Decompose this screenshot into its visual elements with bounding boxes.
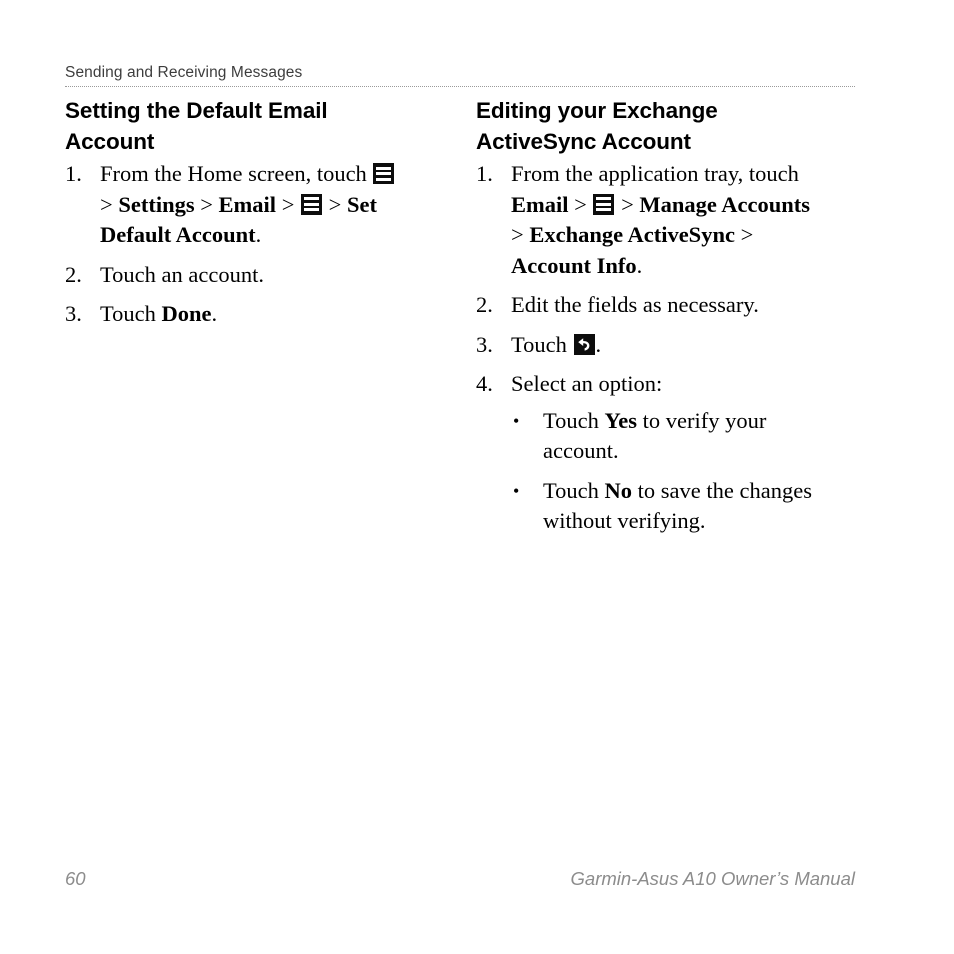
header-divider [65,86,855,88]
emphasis-text: Account Info [511,252,637,278]
body-text: Touch [543,407,605,433]
running-head-text: Sending and Receiving Messages [65,64,303,81]
right-step-list: 1. From the application tray, touch Email… [476,159,821,537]
body-text: > [100,191,119,217]
step-text: From the Home screen, touch > Settings >… [100,161,395,247]
bullet-item: • Touch Yes to verify your account. [511,406,821,467]
sub-bullet-list: • Touch Yes to verify your account. • Touch… [511,406,821,537]
body-text: . [595,331,602,357]
step-text: Touch an account. [100,262,264,287]
left-step-list: 1. From the Home screen, touch > Settings… [65,159,410,330]
step-text: Touch Done. [100,301,217,326]
body-text: > [615,191,640,217]
step-item: 3. Touch Done. [65,299,410,330]
body-text: From the application tray, touch [511,161,799,186]
body-text: > [323,191,347,217]
manual-page: Sending and Receiving Messages Setting t… [0,0,954,954]
step-number: 2. [476,292,493,317]
running-header: Sending and Receiving Messages [65,63,855,82]
step-number: 2. [65,261,82,287]
emphasis-text: Email [218,191,277,217]
step-text: Touch . [511,332,601,357]
body-text: > [734,222,754,247]
left-column: Setting the Default Email Account 1. From… [65,96,410,330]
step-text: Edit the fields as necessary. [511,292,759,317]
step-item: 3. Touch . [476,330,821,361]
body-text: From the Home screen, touch [100,161,373,186]
left-section-title: Setting the Default Email Account [65,98,328,154]
step-item: 2. Touch an account. [65,260,410,291]
body-text: > [568,191,593,217]
menu-icon [301,193,323,215]
back-arrow-icon [573,333,595,355]
emphasis-text: Exchange ActiveSync [529,222,735,247]
body-text: . [255,222,262,247]
step-number: 1. [476,161,493,186]
right-column: Editing your Exchange ActiveSync Account… [476,96,821,537]
step-number: 1. [65,161,82,186]
emphasis-text: No [604,477,633,503]
emphasis-text: Settings [118,191,195,217]
body-text: Touch [100,301,162,326]
body-text: > [511,222,530,247]
body-text: . [636,252,643,278]
step-text: Select an option: [511,371,662,396]
step-item: 2. Edit the fields as necessary. [476,290,821,321]
menu-icon [593,193,615,215]
bullet-marker: • [513,410,520,431]
step-number: 3. [476,331,493,357]
body-text: Touch [543,477,605,503]
emphasis-text: Done [161,301,212,326]
body-text: Edit the fields as necessary. [511,292,759,317]
emphasis-text: Manage Accounts [639,191,811,217]
bullet-marker: • [513,480,520,501]
body-text: > [276,191,301,217]
page-number: 60 [65,868,86,889]
body-text: . [211,301,218,326]
step-text: From the application tray, touch Email >… [511,161,810,278]
bullet-text: Touch Yes to verify your account. [543,408,766,464]
step-number: 4. [476,371,493,396]
bullet-text: Touch No to save the changes without ver… [543,478,812,534]
step-item: 1. From the application tray, touch Email… [476,159,821,281]
step-item: 4. Select an option: • Touch Yes to verify … [476,369,821,537]
page-footer: 60 Garmin-Asus A10 Owner’s Manual [65,866,855,896]
step-number: 3. [65,301,82,326]
step-item: 1. From the Home screen, touch > Settings… [65,159,410,251]
right-section-title: Editing your Exchange ActiveSync Account [476,98,718,154]
body-text: Touch [511,331,573,357]
body-text: Select an option: [511,371,663,396]
manual-title: Garmin-Asus A10 Owner’s Manual [570,868,855,889]
emphasis-text: Email [511,191,569,217]
menu-icon [373,163,395,184]
body-text: > [194,191,219,217]
emphasis-text: Yes [604,407,638,433]
body-text: Touch an account. [100,261,264,287]
bullet-item: • Touch No to save the changes without ve… [511,476,821,537]
